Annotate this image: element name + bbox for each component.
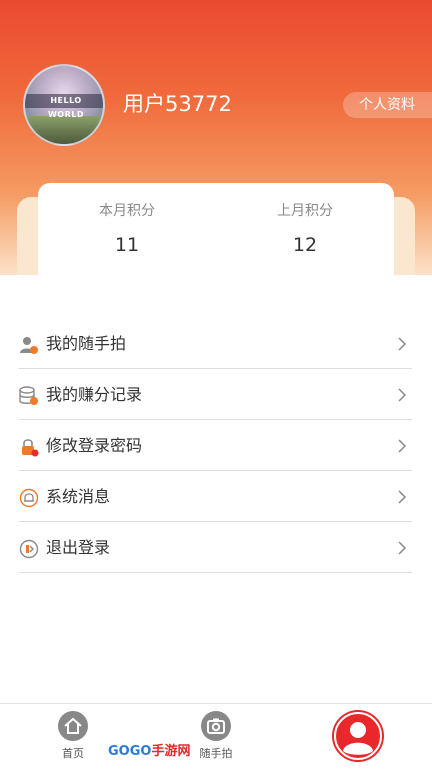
chevron-right-icon	[398, 439, 407, 453]
this-month-points-value: 11	[114, 234, 140, 256]
menu-item-logout[interactable]: 退出登录	[19, 522, 412, 573]
watermark-cn-text: 手游网	[151, 744, 191, 759]
menu-item-system-messages[interactable]: 系统消息	[19, 471, 412, 522]
user-icon	[334, 712, 382, 760]
bell-icon	[19, 488, 39, 508]
last-month-points: 上月积分 12	[216, 183, 394, 257]
chevron-right-icon	[398, 541, 407, 555]
points-card: 本月积分 11 上月积分 12	[38, 183, 394, 275]
lock-icon	[22, 439, 39, 457]
tab-camera[interactable]: 随手拍	[194, 711, 238, 761]
menu-item-label: 我的赚分记录	[46, 385, 143, 404]
menu-item-label: 修改登录密码	[46, 436, 143, 455]
this-month-points-label: 本月积分	[99, 203, 155, 219]
logout-icon	[19, 539, 39, 559]
tab-home[interactable]: 首页	[53, 711, 93, 761]
menu-item-label: 我的随手拍	[46, 334, 127, 353]
menu-item-points-record[interactable]: 我的赚分记录	[19, 369, 412, 420]
tab-me[interactable]	[332, 710, 384, 762]
menu-item-change-password[interactable]: 修改登录密码	[19, 420, 412, 471]
profile-header: HELLO WORLD 用户53772 个人资料 本月积分 11 上月积分 12	[0, 0, 432, 275]
menu-item-label: 退出登录	[46, 538, 111, 557]
database-coin-icon	[19, 386, 38, 405]
bottom-tab-bar: 首页 GOGO手游网 随手拍	[0, 703, 432, 769]
this-month-points: 本月积分 11	[38, 183, 216, 257]
menu-item-label: 系统消息	[46, 487, 111, 506]
chevron-right-icon	[398, 490, 407, 504]
tab-camera-label: 随手拍	[199, 747, 233, 760]
chevron-right-icon	[398, 388, 407, 402]
profile-info-button[interactable]: 个人资料	[343, 92, 432, 118]
avatar[interactable]: HELLO WORLD	[23, 64, 105, 146]
chevron-right-icon	[398, 337, 407, 351]
last-month-points-label: 上月积分	[277, 203, 333, 219]
menu-list: 我的随手拍 我的赚分记录 修改登录密码 系统消息 退出登录	[19, 318, 412, 573]
user-photo-icon	[20, 337, 38, 354]
gogo-watermark: GOGO手游网	[108, 740, 192, 764]
home-icon	[58, 711, 88, 741]
watermark-gogo-text: GOGO	[108, 744, 152, 759]
camera-icon	[201, 711, 231, 741]
tab-home-label: 首页	[62, 747, 84, 760]
last-month-points-value: 12	[292, 234, 318, 256]
avatar-text: HELLO WORLD	[47, 96, 85, 119]
username: 用户53772	[123, 92, 232, 116]
menu-item-my-photos[interactable]: 我的随手拍	[19, 318, 412, 369]
